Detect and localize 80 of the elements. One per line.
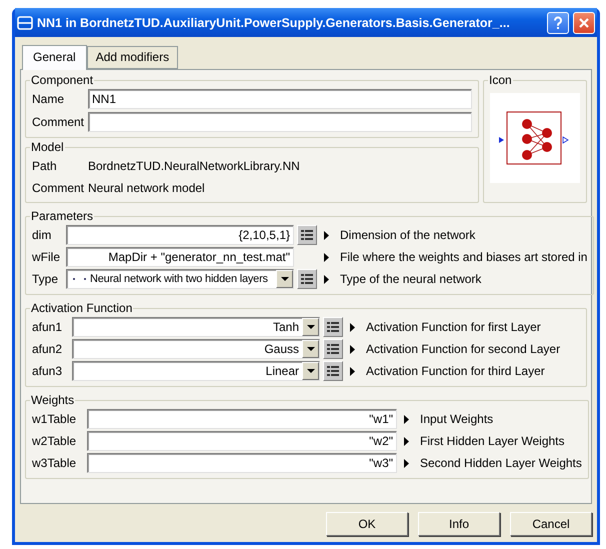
parameter-label: Type	[32, 272, 60, 286]
info-value: BordnetzTUD.NeuralNetworkLibrary.NN	[88, 158, 301, 172]
window-title: NN1 in BordnetzTUD.AuxiliaryUnit.PowerSupply.Generators.Basis.Generator_...	[37, 16, 511, 30]
help-icon	[553, 16, 563, 30]
group-title: Weights	[30, 393, 76, 407]
edit-button[interactable]	[323, 339, 343, 359]
parameter-label: w3Table	[32, 456, 78, 470]
list-icon	[300, 229, 314, 241]
value-field[interactable]: "w1"	[87, 409, 397, 429]
group-title: Icon	[488, 73, 513, 87]
close-button[interactable]	[573, 12, 595, 34]
dropdown-arrow-icon	[280, 276, 288, 282]
right-arrow-icon	[404, 414, 408, 424]
tab[interactable]: Add modifiers	[86, 46, 178, 69]
list-icon	[326, 321, 340, 333]
dialog-button[interactable]: OK	[326, 512, 408, 536]
edit-button[interactable]	[297, 225, 317, 245]
dropdown-button[interactable]	[276, 270, 293, 288]
right-arrow-icon	[404, 436, 408, 446]
field-label: Comment	[32, 115, 86, 129]
text-field[interactable]: NN1	[88, 89, 472, 109]
list-icon	[326, 365, 340, 377]
value-field[interactable]: MapDir + "generator_nn_test.mat"	[66, 247, 294, 267]
group-title: Parameters	[30, 209, 94, 223]
list-icon	[326, 343, 340, 355]
right-arrow-icon	[324, 274, 328, 284]
dropdown-button[interactable]	[302, 340, 319, 358]
parameter-description: Activation Function for third Layer	[365, 364, 546, 378]
parameter-label: afun1	[32, 320, 64, 334]
text-field[interactable]	[88, 112, 472, 132]
parameter-description: Type of the neural network	[339, 272, 482, 286]
dropdown-arrow-icon	[306, 324, 314, 330]
right-arrow-icon	[324, 252, 328, 262]
tab[interactable]: General	[22, 45, 87, 70]
dropdown-arrow-icon	[306, 368, 314, 374]
value-dropdown[interactable]: Gauss	[72, 339, 320, 359]
parameter-description: First Hidden Layer Weights	[419, 434, 566, 448]
info-label: Comment	[32, 180, 86, 194]
dialog-button[interactable]: Info	[418, 512, 500, 536]
parameter-description: Dimension of the network	[339, 228, 476, 242]
parameter-label: dim	[32, 228, 52, 242]
help-button[interactable]	[547, 12, 569, 34]
value-dropdown[interactable]: Tanh	[72, 317, 320, 337]
edit-button[interactable]	[323, 317, 343, 337]
dropdown-button[interactable]	[302, 318, 319, 336]
edit-button[interactable]	[297, 269, 317, 289]
parameter-description: Input Weights	[419, 412, 494, 426]
group-title: Model	[30, 140, 65, 154]
value-field[interactable]: "w3"	[87, 453, 397, 473]
edit-button[interactable]	[323, 361, 343, 381]
dropdown-button[interactable]	[302, 362, 319, 380]
value-dropdown[interactable]: Linear	[72, 361, 320, 381]
close-icon	[578, 16, 590, 28]
list-icon	[300, 273, 314, 285]
right-arrow-icon	[350, 366, 354, 376]
dropdown-arrow-icon	[306, 346, 314, 352]
component-icon	[17, 16, 33, 30]
parameter-description: Activation Function for first Layer	[365, 320, 542, 334]
right-arrow-icon	[350, 344, 354, 354]
parameter-label: w2Table	[32, 434, 78, 448]
parameter-label: w1Table	[32, 412, 78, 426]
parameter-description: Second Hidden Layer Weights	[419, 456, 582, 470]
info-label: Path	[32, 158, 58, 172]
group-title: Activation Function	[30, 301, 134, 315]
parameter-description: Activation Function for second Layer	[365, 342, 562, 356]
parameter-label: afun2	[32, 342, 64, 356]
right-arrow-icon	[350, 322, 354, 332]
right-arrow-icon	[324, 230, 328, 240]
group-title: Component	[30, 73, 94, 87]
type-dropdown[interactable]: Neural network with two hidden layers	[66, 269, 294, 289]
parameter-label: wFile	[32, 250, 62, 264]
dialog-button[interactable]: Cancel	[510, 512, 592, 536]
dots-icon	[71, 276, 89, 282]
right-arrow-icon	[404, 458, 408, 468]
value-field[interactable]: "w2"	[87, 431, 397, 451]
value-field[interactable]: {2,10,5,1}	[66, 225, 294, 245]
parameter-label: afun3	[32, 364, 64, 378]
info-value: Neural network model	[88, 180, 206, 194]
field-label: Name	[32, 92, 66, 106]
parameter-description: File where the weights and biases art stored in	[339, 250, 588, 264]
